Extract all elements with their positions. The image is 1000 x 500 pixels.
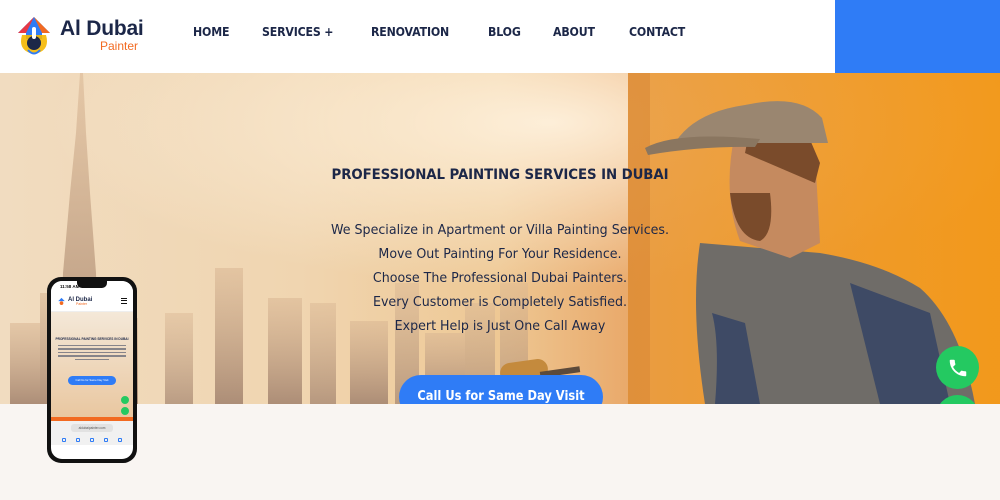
mobile-hero-title: PROFESSIONAL PAINTING SERVICES IN DUBAI bbox=[55, 337, 129, 341]
whatsapp-icon bbox=[121, 407, 129, 415]
paint-brush-logo-icon bbox=[58, 297, 65, 305]
floating-call-button[interactable] bbox=[936, 346, 979, 389]
lower-section bbox=[0, 404, 1000, 500]
mobile-url-bar: aldubaipainter.com bbox=[51, 421, 133, 435]
nav-home[interactable]: HOME bbox=[193, 24, 229, 39]
mobile-hero-text bbox=[58, 345, 126, 362]
hero-line: Expert Help is Just One Call Away bbox=[394, 318, 606, 334]
brand-tagline: Painter bbox=[100, 39, 139, 53]
nav-contact[interactable]: CONTACT bbox=[629, 24, 685, 39]
phone-icon bbox=[121, 396, 129, 404]
hamburger-menu-icon bbox=[121, 298, 127, 305]
header-accent-block bbox=[835, 0, 1000, 73]
mobile-hero: PROFESSIONAL PAINTING SERVICES IN DUBAI … bbox=[51, 312, 133, 417]
phone-icon bbox=[949, 359, 966, 376]
main-navigation: HOME SERVICES + RENOVATION BLOG ABOUT CO… bbox=[193, 24, 720, 39]
hero-line: Every Customer is Completely Satisfied. bbox=[372, 294, 628, 310]
hero-line: Move Out Painting For Your Residence. bbox=[378, 246, 622, 262]
mobile-preview-mockup: 11:58 AM Al Dubai Painter PROFESSIONAL P… bbox=[47, 277, 137, 463]
mobile-cta-button: Call Us for Same Day Visit bbox=[68, 376, 116, 385]
nav-blog[interactable]: BLOG bbox=[488, 24, 521, 39]
nav-services[interactable]: SERVICES + bbox=[262, 24, 333, 39]
hero-line: Choose The Professional Dubai Painters. bbox=[372, 270, 628, 286]
mobile-browser-toolbar bbox=[51, 435, 133, 445]
site-header: Al Dubai Painter HOME SERVICES + RENOVAT… bbox=[0, 0, 1000, 73]
hero-line: We Specialize in Apartment or Villa Pain… bbox=[330, 222, 670, 238]
paint-brush-logo-icon bbox=[18, 17, 50, 55]
mobile-brand-tagline: Painter bbox=[76, 301, 88, 306]
hero-description: We Specialize in Apartment or Villa Pain… bbox=[300, 218, 700, 338]
mobile-header: Al Dubai Painter bbox=[51, 292, 133, 312]
hero-section: PROFESSIONAL PAINTING SERVICES IN DUBAI … bbox=[0, 73, 1000, 404]
nav-renovation[interactable]: RENOVATION bbox=[371, 24, 449, 39]
brand-name: Al Dubai bbox=[60, 17, 144, 40]
site-logo[interactable]: Al Dubai Painter bbox=[12, 13, 152, 57]
mobile-preview-screen: 11:58 AM Al Dubai Painter PROFESSIONAL P… bbox=[51, 281, 133, 459]
nav-about[interactable]: ABOUT bbox=[553, 24, 595, 39]
hero-title: PROFESSIONAL PAINTING SERVICES IN DUBAI bbox=[331, 167, 669, 183]
